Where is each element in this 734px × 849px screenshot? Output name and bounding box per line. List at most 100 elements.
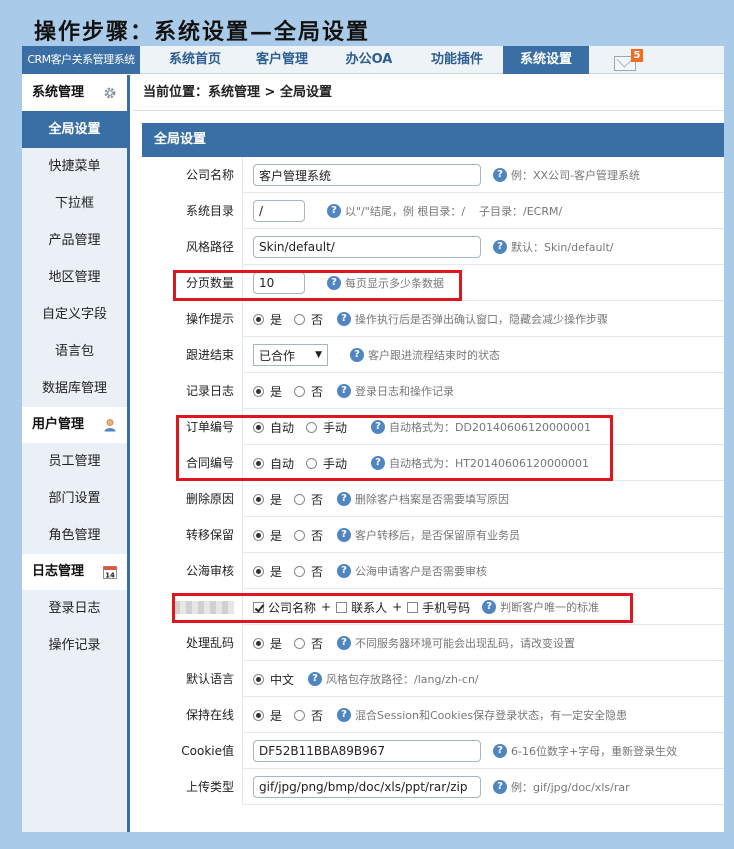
main-content: 当前位置：系统管理 > 全局设置 全局设置 公司名称 ?例：XX公司-客户管理系… [133,75,724,832]
field-label: 风格路径 [142,229,243,265]
field-label: 合同编号 [142,445,243,481]
radio-no[interactable]: 否 [294,491,323,508]
checkbox-company-name[interactable]: 公司名称 [253,599,316,616]
radio-manual[interactable]: 手动 [306,419,347,436]
help-hint: ? 判断客户唯一的标准 [482,599,599,615]
sidebar-item-database[interactable]: 数据库管理 [22,370,127,407]
nav-home[interactable]: 系统首页 [153,46,237,74]
sidebar-item-departments[interactable]: 部门设置 [22,480,127,517]
sidebar-item-operation-log[interactable]: 操作记录 [22,627,127,664]
sidebar-item-shortcut-menu[interactable]: 快捷菜单 [22,148,127,185]
sidebar: 系统管理 全局设置 快捷菜单 下拉框 产品管理 地区管理 自定义字段 语言包 数… [22,75,130,832]
system-directory-input[interactable] [253,200,305,222]
sidebar-item-regions[interactable]: 地区管理 [22,259,127,296]
field-label: 默认语言 [142,661,243,697]
help-hint: ? 自动格式为：DD20140606120000001 [371,419,591,435]
radio-no[interactable]: 否 [294,635,323,652]
plus-sign: + [392,600,403,614]
row-system-directory: 系统目录 ?以"/"结尾，例 根目录：/ 子目录：/ECRM/ [142,193,724,229]
row-customer-unique: 公司名称 + 联系人 + 手机号码 ? 判断客户唯一的标准 [142,589,724,625]
checkbox-contact[interactable]: 联系人 [336,599,387,616]
radio-chinese[interactable]: 中文 [253,671,294,688]
radio-yes[interactable]: 是 [253,491,282,508]
calendar-icon: 14 [103,566,117,579]
nav-customers[interactable]: 客户管理 [237,46,327,74]
help-icon: ? [327,204,341,218]
settings-panel: 全局设置 公司名称 ?例：XX公司-客户管理系统 系统目录 ?以"/"结尾，例 … [142,123,724,805]
radio-yes[interactable]: 是 [253,527,282,544]
help-icon: ? [337,564,352,578]
help-hint: ? 以"/"结尾，例 根目录：/ 子目录：/ECRM/ [327,203,562,219]
nav-system-settings[interactable]: 系统设置 [503,46,589,74]
radio-no[interactable]: 否 [294,311,323,328]
row-cookie-value: Cookie值 ?6-16位数字+字母，重新登录生效 [142,733,724,769]
help-hint: ? 操作执行后是否弹出确认窗口，隐藏会减少操作步骤 [337,311,608,327]
mail-icon[interactable]: 5 [614,49,644,72]
radio-auto[interactable]: 自动 [253,419,294,436]
upload-types-input[interactable] [253,776,481,798]
gear-icon [104,87,116,99]
row-order-number: 订单编号 自动 手动 ? 自动格式为：DD20140606120000001 [142,409,724,445]
radio-no[interactable]: 否 [294,527,323,544]
sidebar-item-language-pack[interactable]: 语言包 [22,333,127,370]
radio-auto[interactable]: 自动 [253,455,294,472]
field-label: 记录日志 [142,373,243,409]
follow-end-select[interactable]: 已合作 ▼ [253,344,328,366]
skin-path-input[interactable] [253,236,481,258]
help-hint: ? 登录日志和操作记录 [337,383,454,399]
help-icon: ? [371,420,386,434]
help-hint: ? 例：XX公司-客户管理系统 [493,167,640,183]
field-label: 订单编号 [142,409,243,445]
help-hint: ? 客户跟进流程结束时的状态 [350,347,500,363]
help-hint: ? 删除客户档案是否需要填写原因 [337,491,509,507]
radio-yes[interactable]: 是 [253,383,282,400]
field-label: 处理乱码 [142,625,243,661]
radio-yes[interactable]: 是 [253,563,282,580]
row-sea-review: 公海审核 是 否 ? 公海申请客户是否需要审核 [142,553,724,589]
sidebar-item-products[interactable]: 产品管理 [22,222,127,259]
checkbox-mobile[interactable]: 手机号码 [407,599,470,616]
dropdown-arrow-icon: ▼ [315,350,322,360]
help-icon: ? [337,528,352,542]
page-size-input[interactable] [253,272,305,294]
company-name-input[interactable] [253,164,481,186]
sidebar-section-system[interactable]: 系统管理 [22,75,127,111]
row-log-record: 记录日志 是 否 ? 登录日志和操作记录 [142,373,724,409]
radio-yes[interactable]: 是 [253,707,282,724]
radio-yes[interactable]: 是 [253,311,282,328]
field-label: 系统目录 [142,193,243,229]
sidebar-section-title: 用户管理 [32,417,85,432]
sidebar-item-staff[interactable]: 员工管理 [22,443,127,480]
cookie-value-input[interactable] [253,740,481,762]
plus-sign: + [321,600,332,614]
sidebar-item-custom-fields[interactable]: 自定义字段 [22,296,127,333]
nav-plugins[interactable]: 功能插件 [411,46,503,74]
app-window: CRM客户关系管理系统 系统首页 客户管理 办公OA 功能插件 系统设置 5 系… [22,46,724,832]
radio-no[interactable]: 否 [294,383,323,400]
radio-manual[interactable]: 手动 [306,455,347,472]
help-icon: ? [308,672,323,686]
radio-no[interactable]: 否 [294,707,323,724]
help-icon: ? [493,744,507,758]
sidebar-item-login-log[interactable]: 登录日志 [22,590,127,627]
field-label: Cookie值 [142,733,243,769]
sidebar-item-global-settings[interactable]: 全局设置 [22,111,127,148]
sidebar-item-roles[interactable]: 角色管理 [22,517,127,554]
radio-yes[interactable]: 是 [253,635,282,652]
nav-office-oa[interactable]: 办公OA [327,46,411,74]
help-icon: ? [482,600,497,614]
help-icon: ? [337,312,352,326]
brand-logo: CRM客户关系管理系统 [22,46,140,74]
help-icon: ? [350,348,364,362]
field-label: 上传类型 [142,769,243,805]
field-label-blurred [142,589,243,625]
row-operation-tip: 操作提示 是 否 ? 操作执行后是否弹出确认窗口，隐藏会减少操作步骤 [142,301,724,337]
sidebar-item-dropdown[interactable]: 下拉框 [22,185,127,222]
sidebar-section-logs[interactable]: 日志管理 14 [22,554,127,590]
help-icon: ? [493,168,507,182]
row-skin-path: 风格路径 ?默认：Skin/default/ [142,229,724,265]
field-label: 跟进结束 [142,337,243,373]
radio-no[interactable]: 否 [294,563,323,580]
sidebar-section-users[interactable]: 用户管理 [22,407,127,443]
mail-badge: 5 [631,49,643,62]
